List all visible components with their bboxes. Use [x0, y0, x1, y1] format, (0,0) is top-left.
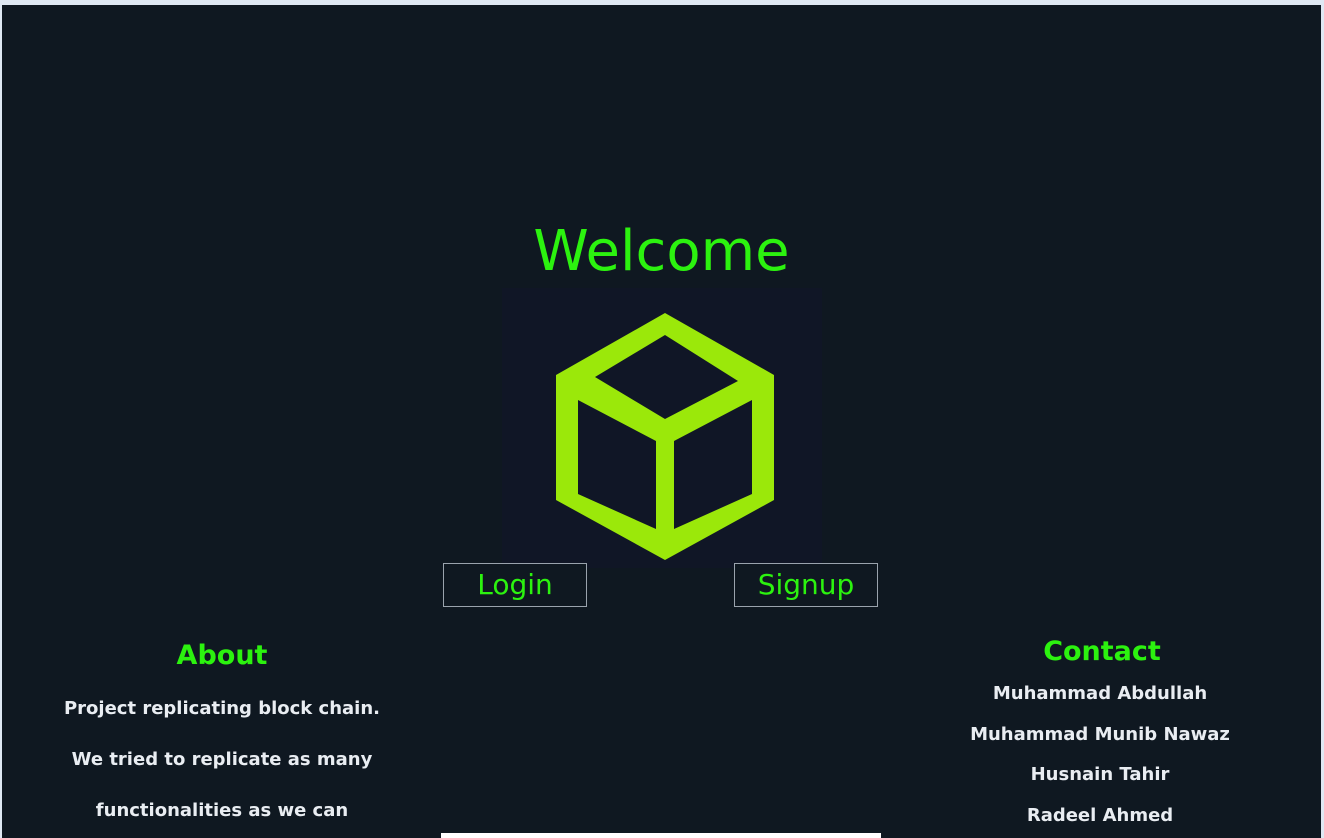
about-line: functionalities as we can [95, 800, 349, 821]
app-window: Welcome Login Signup About Project repli… [2, 5, 1321, 838]
contact-name: Radeel Ahmed [1026, 805, 1174, 826]
about-line: We tried to replicate as many [71, 749, 373, 770]
contact-title: Contact [1043, 636, 1161, 667]
signup-button[interactable]: Signup [734, 563, 878, 607]
welcome-title: Welcome [533, 219, 790, 284]
contact-name: Muhammad Munib Nawaz [970, 724, 1230, 745]
about-line: Project replicating block chain. [63, 698, 380, 719]
logo-panel [502, 288, 822, 568]
contact-name: Muhammad Abdullah [992, 683, 1208, 704]
about-title: About [176, 640, 268, 671]
contact-name: Husnain Tahir [1030, 764, 1170, 785]
login-button[interactable]: Login [443, 563, 587, 607]
bottom-edge-strip [441, 833, 881, 838]
cube-icon [556, 313, 774, 560]
